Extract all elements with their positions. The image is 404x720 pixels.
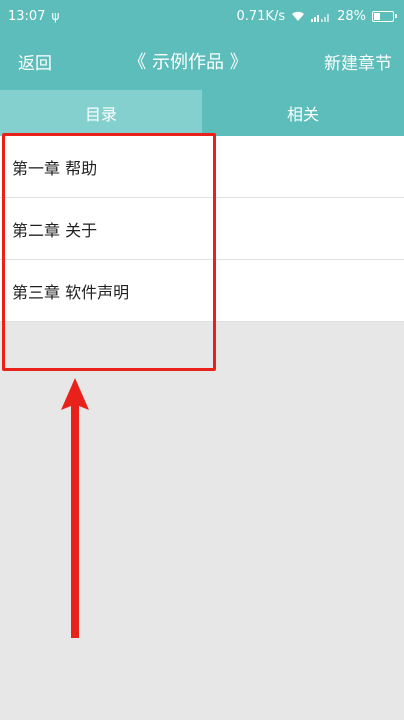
app-header: 返回 《 示例作品 》 新建章节 <box>0 32 404 90</box>
tab-contents[interactable]: 目录 <box>0 90 202 136</box>
network-speed: 0.71K/s <box>236 8 286 24</box>
tab-contents-label: 目录 <box>84 105 117 124</box>
back-button[interactable]: 返回 <box>18 49 52 74</box>
battery-fill <box>374 12 380 20</box>
tab-related[interactable]: 相关 <box>202 90 404 136</box>
signal-icon <box>311 11 331 22</box>
status-bar: 13:07 ψ 0.71K/s 28% <box>0 0 404 32</box>
battery-icon <box>372 10 397 22</box>
usb-icon: ψ <box>51 9 60 23</box>
tab-related-label: 相关 <box>286 105 319 124</box>
status-time: 13:07 <box>8 8 46 24</box>
new-chapter-button[interactable]: 新建章节 <box>324 49 392 74</box>
annotation-arrow-icon <box>61 378 89 638</box>
page-title: 《 示例作品 》 <box>128 52 248 73</box>
wifi-icon <box>291 11 305 22</box>
tab-bar: 目录 相关 <box>0 90 404 136</box>
status-left: 13:07 ψ <box>8 9 59 24</box>
status-right: 0.71K/s 28% <box>236 8 397 24</box>
battery-percent: 28% <box>337 8 366 24</box>
annotation-highlight-box <box>2 133 216 371</box>
